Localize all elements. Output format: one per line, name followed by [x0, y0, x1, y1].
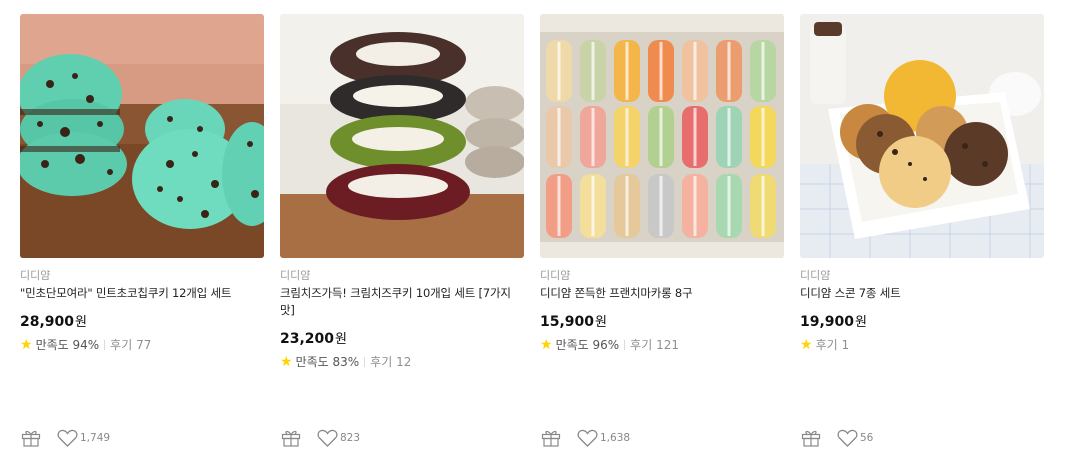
- product-price: 23,200원: [280, 328, 347, 347]
- review-count[interactable]: 후기 12: [370, 353, 411, 370]
- brand-name[interactable]: 디디얌: [540, 267, 570, 283]
- satisfaction-rate: 만족도 94%: [35, 338, 100, 352]
- heart-icon[interactable]: [56, 428, 78, 448]
- product-card[interactable]: 디디얌 "민초단모여라" 민트초코칩쿠키 12개입 세트 28,900원 ★ 만…: [20, 14, 264, 454]
- star-icon: ★: [800, 336, 813, 353]
- heart-icon[interactable]: [316, 428, 338, 448]
- star-icon: ★: [540, 336, 553, 353]
- brand-name[interactable]: 디디얌: [800, 267, 830, 283]
- gift-icon[interactable]: [540, 428, 562, 448]
- satisfaction-rate: 만족도 96%: [555, 338, 620, 352]
- review-count[interactable]: 후기 1: [816, 336, 850, 353]
- review-count[interactable]: 후기 77: [110, 336, 151, 353]
- rating-row: ★ 만족도 96% 후기 121: [540, 336, 679, 353]
- star-icon: ★: [280, 353, 293, 370]
- gift-icon[interactable]: [800, 428, 822, 448]
- card-actions: 56: [800, 428, 873, 448]
- currency-label: 원: [855, 315, 867, 330]
- brand-name[interactable]: 디디얌: [280, 267, 310, 283]
- rating-row: ★ 후기 1: [800, 336, 849, 353]
- product-image-macarons[interactable]: [540, 14, 784, 258]
- divider: [624, 339, 626, 350]
- like-count: 823: [340, 432, 361, 444]
- product-grid: 디디얌 "민초단모여라" 민트초코칩쿠키 12개입 세트 28,900원 ★ 만…: [0, 0, 1067, 467]
- price-value: 23,200: [280, 331, 335, 347]
- price-value: 19,900: [800, 314, 855, 330]
- satisfaction-rate: 만족도 83%: [295, 355, 360, 369]
- divider: [364, 356, 366, 367]
- like-count: 56: [860, 432, 874, 444]
- price-value: 28,900: [20, 314, 75, 330]
- heart-icon[interactable]: [836, 428, 858, 448]
- product-title[interactable]: 디디얌 스콘 7종 세트: [800, 285, 1044, 302]
- card-actions: 1,749: [20, 428, 110, 448]
- currency-label: 원: [75, 315, 87, 330]
- product-card[interactable]: 디디얌 크림치즈가득! 크림치즈쿠키 10개입 세트 [7가지 맛] 23,20…: [280, 14, 524, 454]
- like-count: 1,638: [600, 432, 631, 444]
- card-actions: 823: [280, 428, 360, 448]
- product-price: 28,900원: [20, 311, 87, 330]
- review-count[interactable]: 후기 121: [630, 336, 679, 353]
- heart-icon[interactable]: [576, 428, 598, 448]
- product-title[interactable]: "민초단모여라" 민트초코칩쿠키 12개입 세트: [20, 285, 264, 302]
- like-count: 1,749: [80, 432, 111, 444]
- gift-icon[interactable]: [20, 428, 42, 448]
- currency-label: 원: [335, 332, 347, 347]
- divider: [104, 339, 106, 350]
- product-card[interactable]: 디디얌 디디얌 쫀득한 프랜치마카롱 8구 15,900원 ★ 만족도 96% …: [540, 14, 784, 454]
- card-actions: 1,638: [540, 428, 630, 448]
- brand-name[interactable]: 디디얌: [20, 267, 50, 283]
- product-price: 19,900원: [800, 311, 867, 330]
- product-image-scones[interactable]: [800, 14, 1044, 258]
- product-image-cream-cheese-cookies[interactable]: [280, 14, 524, 258]
- product-price: 15,900원: [540, 311, 607, 330]
- gift-icon[interactable]: [280, 428, 302, 448]
- product-card[interactable]: 디디얌 디디얌 스콘 7종 세트 19,900원 ★ 후기 1 56: [800, 14, 1044, 454]
- rating-row: ★ 만족도 94% 후기 77: [20, 336, 151, 353]
- product-title[interactable]: 디디얌 쫀득한 프랜치마카롱 8구: [540, 285, 784, 302]
- product-image-mint-cookies[interactable]: [20, 14, 264, 258]
- rating-row: ★ 만족도 83% 후기 12: [280, 353, 411, 370]
- product-title[interactable]: 크림치즈가득! 크림치즈쿠키 10개입 세트 [7가지 맛]: [280, 285, 524, 319]
- currency-label: 원: [595, 315, 607, 330]
- price-value: 15,900: [540, 314, 595, 330]
- star-icon: ★: [20, 336, 33, 353]
